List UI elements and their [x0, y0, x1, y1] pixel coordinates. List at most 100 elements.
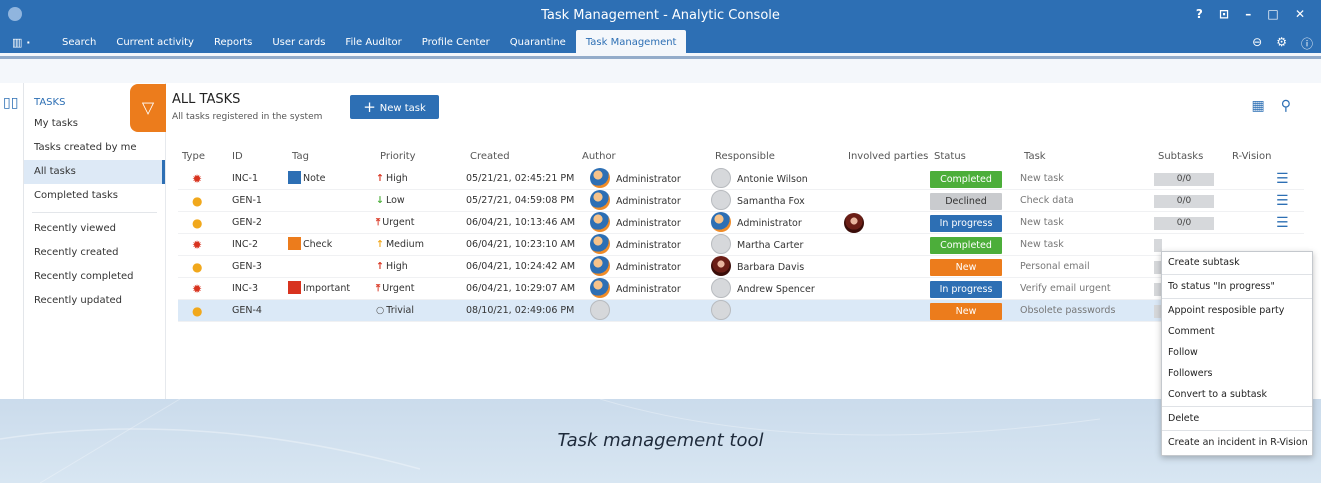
column-header-task[interactable]: Task — [1024, 146, 1046, 168]
priority-label: Urgent — [382, 217, 415, 228]
column-header-subtasks[interactable]: Subtasks — [1158, 146, 1203, 168]
sidebar-item-recently-viewed[interactable]: Recently viewed — [24, 217, 165, 241]
column-header-author[interactable]: Author — [582, 146, 616, 168]
task-id[interactable]: GEN-4 — [232, 300, 262, 322]
tab-reports[interactable]: Reports — [204, 30, 262, 56]
header-icons: ▦ ⚲ — [1252, 98, 1292, 114]
task-name[interactable]: Obsolete passwords — [1020, 300, 1115, 322]
menu-item-create-an-incident-in-r-vision[interactable]: Create an incident in R-Vision — [1162, 432, 1312, 453]
row-menu-icon[interactable]: ☰ — [1276, 172, 1289, 186]
table-row[interactable]: ● GEN-2 ⤒ Urgent 06/04/21, 10:13:46 AM Admini… — [178, 212, 1304, 234]
status-badge[interactable]: In progress — [930, 281, 1002, 298]
column-header-tag[interactable]: Tag — [292, 146, 309, 168]
tab-search[interactable]: Search — [52, 30, 106, 56]
title-bar: Task Management - Analytic Console ? ⊡ –… — [0, 0, 1321, 30]
tag-cell: Important — [288, 278, 350, 300]
task-name[interactable]: New task — [1020, 168, 1064, 190]
task-id[interactable]: INC-1 — [232, 168, 258, 190]
task-name[interactable]: New task — [1020, 234, 1064, 256]
menu-item-to-status-in-progress[interactable]: To status "In progress" — [1162, 276, 1312, 297]
responsible-cell: Andrew Spencer — [711, 278, 815, 301]
status-badge[interactable]: Completed — [930, 171, 1002, 188]
incident-siren-icon: ✹ — [192, 172, 203, 186]
column-header-id[interactable]: ID — [232, 146, 243, 168]
menu-item-follow[interactable]: Follow — [1162, 342, 1312, 363]
task-name[interactable]: Personal email — [1020, 256, 1090, 278]
window-controls[interactable]: ? ⊡ – □ ✕ — [1196, 7, 1311, 21]
settings-gear-icon[interactable]: ⚙ — [1276, 35, 1287, 52]
column-header-involved-parties[interactable]: Involved parties — [848, 146, 928, 168]
task-name[interactable]: New task — [1020, 212, 1064, 234]
sidebar-item-recently-updated[interactable]: Recently updated — [24, 289, 165, 313]
status-badge[interactable]: Completed — [930, 237, 1002, 254]
columns-grid-icon[interactable]: ▦ — [1252, 98, 1265, 114]
menu-item-create-subtask[interactable]: Create subtask — [1162, 252, 1312, 273]
tab-current-activity[interactable]: Current activity — [106, 30, 204, 56]
menu-item-comment[interactable]: Comment — [1162, 321, 1312, 342]
task-id[interactable]: GEN-1 — [232, 190, 262, 212]
menu-item-convert-to-a-subtask[interactable]: Convert to a subtask — [1162, 384, 1312, 405]
task-id[interactable]: INC-3 — [232, 278, 258, 300]
column-header-r-vision[interactable]: R-Vision — [1232, 146, 1271, 168]
task-id[interactable]: INC-2 — [232, 234, 258, 256]
column-header-priority[interactable]: Priority — [380, 146, 416, 168]
sidebar-item-completed-tasks[interactable]: Completed tasks — [24, 184, 165, 208]
menu-item-followers[interactable]: Followers — [1162, 363, 1312, 384]
responsible-cell: Martha Carter — [711, 234, 803, 257]
tab-task-management[interactable]: Task Management — [575, 30, 687, 56]
help-circle-icon[interactable]: ⊖ — [1252, 35, 1262, 52]
filter-button[interactable]: ▽ — [130, 84, 166, 132]
row-menu-icon[interactable]: ☰ — [1276, 216, 1289, 230]
tab-file-auditor[interactable]: File Auditor — [335, 30, 411, 56]
sidebar-item-all-tasks[interactable]: All tasks — [24, 160, 165, 184]
task-id[interactable]: GEN-3 — [232, 256, 262, 278]
image-caption: Task management tool — [557, 430, 764, 451]
tab-user-cards[interactable]: User cards — [262, 30, 335, 56]
new-task-button[interactable]: + New task — [350, 95, 439, 119]
tab-profile-center[interactable]: Profile Center — [412, 30, 500, 56]
page-title: ALL TASKS — [172, 92, 241, 107]
author-avatar — [590, 256, 610, 276]
task-name[interactable]: Verify email urgent — [1020, 278, 1111, 300]
priority-arrow-icon: ○ — [376, 305, 385, 316]
tag-label: Check — [303, 239, 333, 250]
status-badge[interactable]: Declined — [930, 193, 1002, 210]
tag-color-swatch — [288, 171, 301, 184]
row-menu-icon[interactable]: ☰ — [1276, 194, 1289, 208]
responsible-avatar — [711, 278, 731, 298]
left-rail: ▯▯ — [0, 83, 24, 399]
column-header-created[interactable]: Created — [470, 146, 510, 168]
column-header-type[interactable]: Type — [182, 146, 205, 168]
lightbulb-icon: ● — [192, 260, 203, 274]
bar-chart-icon[interactable]: ▯▯ — [3, 95, 18, 111]
table-row[interactable]: ✹ INC-2 Check ↑ Medium 06/04/21, 10:23:10 AM A… — [178, 234, 1304, 256]
sidebar-item-tasks-created-by-me[interactable]: Tasks created by me — [24, 136, 165, 160]
tasks-table: Type ID Tag Priority Created Author Responsibl… — [178, 146, 1304, 322]
menu-separator — [1162, 406, 1312, 407]
tab-quarantine[interactable]: Quarantine — [500, 30, 576, 56]
sidebar-item-recently-completed[interactable]: Recently completed — [24, 265, 165, 289]
type-cell: ✹ — [192, 234, 204, 258]
table-row[interactable]: ✹ INC-3 Important ⤒ Urgent 06/04/21, 10:29:07… — [178, 278, 1304, 300]
filter-funnel-icon: ▽ — [141, 98, 155, 117]
menu-item-delete[interactable]: Delete — [1162, 408, 1312, 429]
status-badge[interactable]: New — [930, 303, 1002, 320]
table-row[interactable]: ● GEN-4 ○ Trivial 08/10/21, 02:49:06 PM New Ob… — [178, 300, 1304, 322]
priority-cell: ○ Trivial — [376, 300, 414, 322]
status-badge[interactable]: New — [930, 259, 1002, 276]
table-row[interactable]: ● GEN-3 ↑ High 06/04/21, 10:24:42 AM Administ… — [178, 256, 1304, 278]
sidebar-item-recently-created[interactable]: Recently created — [24, 241, 165, 265]
task-name[interactable]: Check data — [1020, 190, 1074, 212]
app-menu-button[interactable]: ▥ · — [12, 36, 30, 49]
info-icon[interactable]: ⓘ — [1301, 35, 1313, 52]
column-header-status[interactable]: Status — [934, 146, 966, 168]
responsible-name: Martha Carter — [737, 240, 804, 251]
status-badge[interactable]: In progress — [930, 215, 1002, 232]
column-header-responsible[interactable]: Responsible — [715, 146, 775, 168]
menu-item-appoint-resposible-party[interactable]: Appoint resposible party — [1162, 300, 1312, 321]
table-row[interactable]: ✹ INC-1 Note ↑ High 05/21/21, 02:45:21 PM Admi… — [178, 168, 1304, 190]
table-row[interactable]: ● GEN-1 ↓ Low 05/27/21, 04:59:08 PM Administr… — [178, 190, 1304, 212]
task-id[interactable]: GEN-2 — [232, 212, 262, 234]
search-icon[interactable]: ⚲ — [1281, 98, 1291, 114]
priority-arrow-icon: ⤒ — [376, 217, 381, 228]
